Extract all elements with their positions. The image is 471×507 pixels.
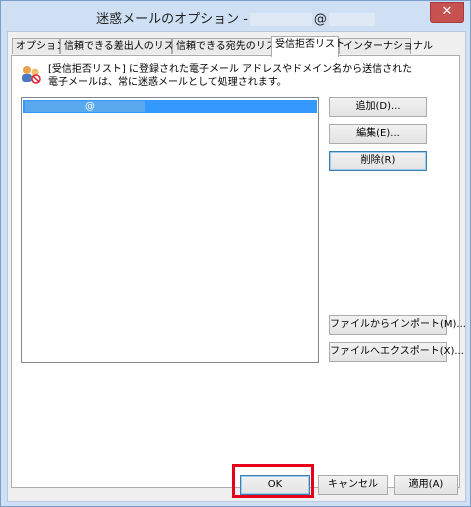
title-redacted-1 bbox=[249, 13, 312, 26]
title-redacted-2 bbox=[328, 13, 375, 26]
close-icon: ✕ bbox=[441, 4, 453, 19]
ok-button[interactable]: OK bbox=[240, 475, 310, 495]
dialog-window: 迷惑メールのオプション - @ ✕ オプション 信頼できる差出人のリスト 信頼でき… bbox=[0, 0, 471, 507]
import-button[interactable]: ファイルからインポート(M)... bbox=[329, 315, 466, 335]
tab-options[interactable]: オプション bbox=[12, 38, 66, 54]
add-button[interactable]: 追加(D)... bbox=[329, 97, 427, 117]
title-bar[interactable]: 迷惑メールのオプション - @ ✕ bbox=[1, 1, 470, 31]
window-title: 迷惑メールのオプション - @ bbox=[1, 8, 470, 27]
list-item-text: @ bbox=[85, 101, 95, 112]
tab-safe-recipients[interactable]: 信頼できる宛先のリスト bbox=[172, 38, 286, 54]
edit-button[interactable]: 編集(E)... bbox=[329, 124, 427, 144]
list-item[interactable]: @ bbox=[23, 100, 317, 113]
title-prefix: 迷惑メールのオプション - bbox=[96, 12, 248, 27]
blocked-senders-list[interactable]: @ bbox=[21, 97, 319, 363]
tab-international[interactable]: インターナショナル bbox=[339, 38, 433, 54]
cancel-button[interactable]: キャンセル bbox=[318, 475, 388, 495]
blocked-senders-icon bbox=[22, 66, 41, 84]
tab-safe-senders[interactable]: 信頼できる差出人のリスト bbox=[60, 38, 184, 54]
description-line-1: [受信拒否リスト] に登録された電子メール アドレスやドメイン名から送信された bbox=[48, 64, 413, 75]
title-at: @ bbox=[313, 12, 327, 27]
delete-button[interactable]: 削除(R) bbox=[329, 151, 427, 171]
dialog-client: オプション 信頼できる差出人のリスト 信頼できる宛先のリスト 受信拒否リスト イ… bbox=[7, 31, 466, 502]
tab-blocked-senders[interactable]: 受信拒否リスト bbox=[271, 36, 345, 57]
close-button[interactable]: ✕ bbox=[430, 2, 464, 23]
blocked-senders-panel: [受信拒否リスト] に登録された電子メール アドレスやドメイン名から送信された … bbox=[11, 55, 466, 488]
export-button[interactable]: ファイルへエクスポート(X)... bbox=[329, 342, 464, 362]
description-line-2: 電子メールは、常に迷惑メールとして処理されます。 bbox=[48, 77, 287, 88]
apply-button[interactable]: 適用(A) bbox=[394, 475, 458, 495]
description-text: [受信拒否リスト] に登録された電子メール アドレスやドメイン名から送信された … bbox=[48, 63, 428, 89]
